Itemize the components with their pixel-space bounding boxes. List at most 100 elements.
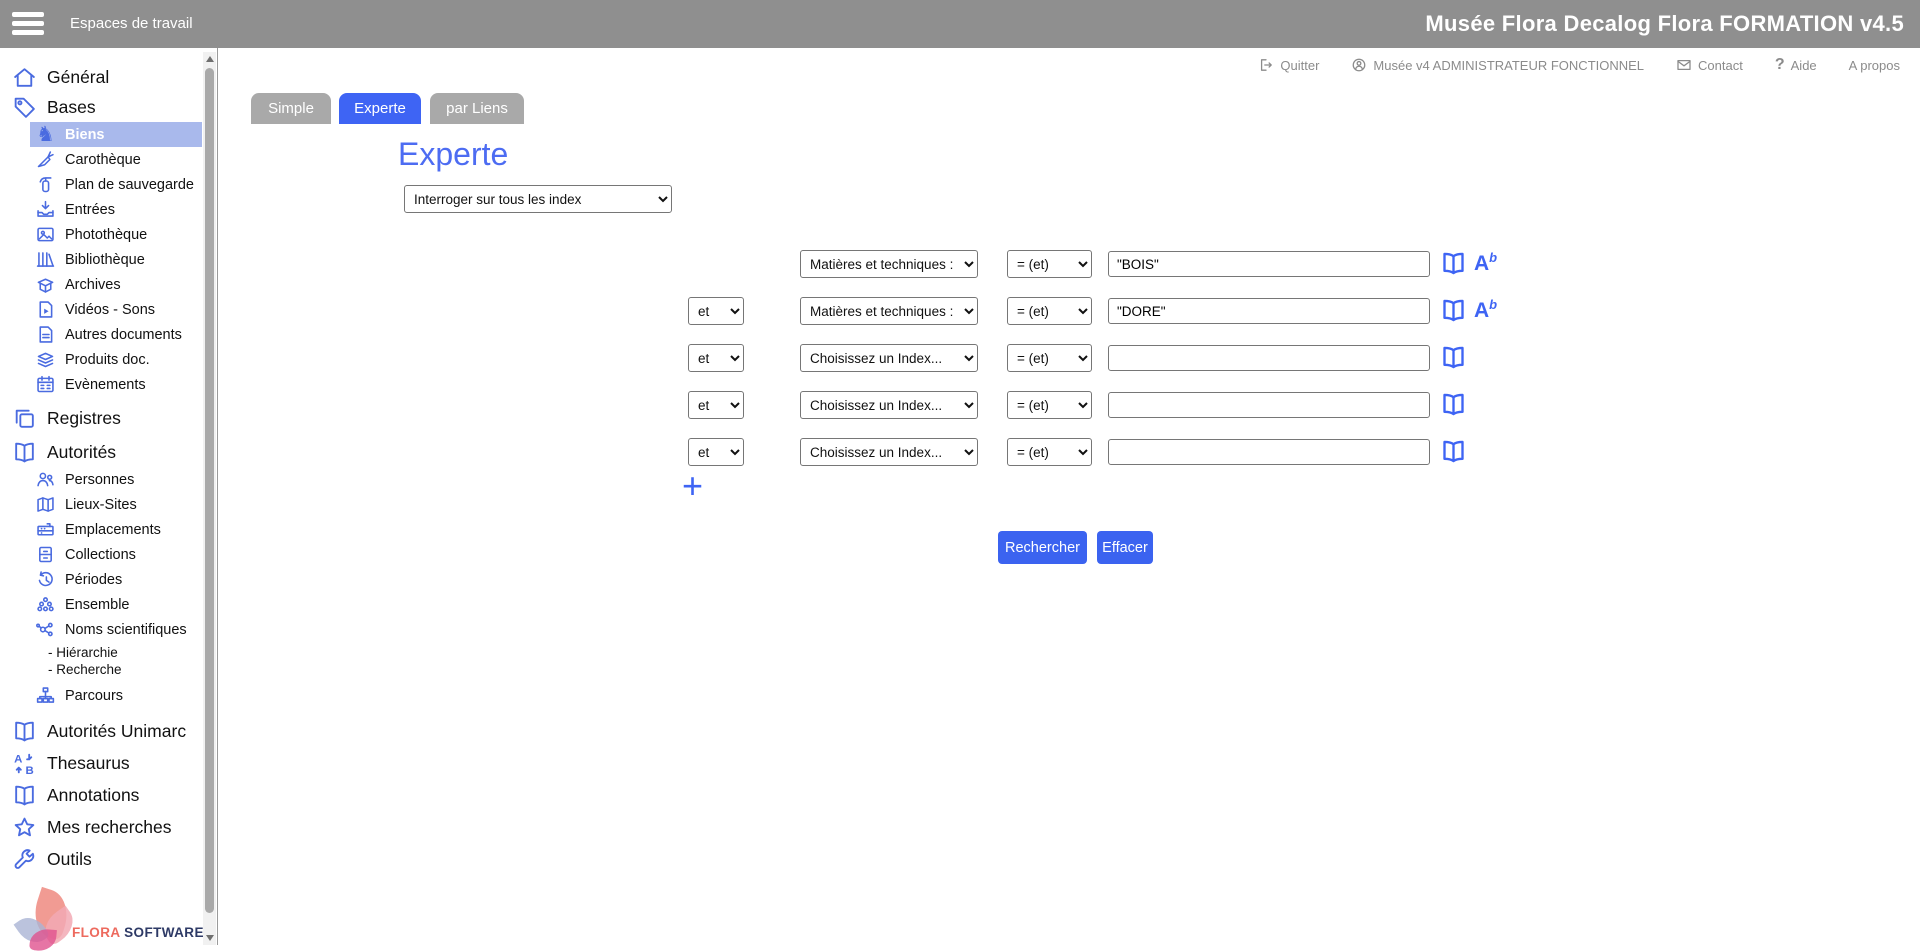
- sidebar-item-collections[interactable]: Collections: [30, 542, 203, 567]
- top-bar: Espaces de travail Musée Flora Decalog F…: [0, 0, 1920, 48]
- sidebar-item-autorites-unimarc[interactable]: Autorités Unimarc: [0, 716, 203, 746]
- query-row-1: Matières et techniques : = (et) Ab: [688, 250, 1508, 278]
- operator-select[interactable]: = (et): [1007, 391, 1092, 419]
- sidebar-item-evenements[interactable]: Evènements: [30, 372, 203, 397]
- index-select[interactable]: Choisissez un Index...: [800, 438, 978, 466]
- index-browse-icon[interactable]: [1440, 250, 1467, 277]
- sidebar-item-personnes[interactable]: Personnes: [30, 467, 203, 492]
- sidebar: Général Bases ♞ Biens Carothèque Plan de…: [0, 48, 218, 945]
- user-icon: [1351, 57, 1367, 73]
- user-account-link[interactable]: Musée v4 ADMINISTRATEUR FONCTIONNEL: [1351, 57, 1644, 73]
- index-select[interactable]: Choisissez un Index...: [800, 391, 978, 419]
- org-chart-icon: [35, 685, 56, 706]
- sidebar-item-bibliotheque[interactable]: Bibliothèque: [30, 247, 203, 272]
- envelope-icon: [1676, 57, 1692, 73]
- add-criteria-button[interactable]: +: [682, 468, 703, 504]
- sidebar-item-recherche[interactable]: - Recherche: [48, 661, 203, 678]
- query-value-input[interactable]: [1108, 251, 1430, 277]
- query-value-input[interactable]: [1108, 439, 1430, 465]
- index-select[interactable]: Matières et techniques :: [800, 250, 978, 278]
- index-browse-icon[interactable]: [1440, 297, 1467, 324]
- index-browse-icon[interactable]: [1440, 391, 1467, 418]
- app-title: Musée Flora Decalog Flora FORMATION v4.5: [1425, 11, 1904, 37]
- sidebar-item-ensemble[interactable]: Ensemble: [30, 592, 203, 617]
- sidebar-item-periodes[interactable]: Périodes: [30, 567, 203, 592]
- sidebar-item-parcours[interactable]: Parcours: [30, 683, 203, 708]
- history-clock-icon: [35, 569, 56, 590]
- query-row-5: et Choisissez un Index... = (et): [688, 438, 1508, 466]
- alphabetical-browse-icon[interactable]: Ab: [1474, 298, 1497, 322]
- inbox-download-icon: [35, 199, 56, 220]
- index-browse-icon[interactable]: [1440, 438, 1467, 465]
- quitter-link[interactable]: Quitter: [1258, 57, 1319, 73]
- people-icon: [35, 469, 56, 490]
- operator-select[interactable]: = (et): [1007, 438, 1092, 466]
- sidebar-item-biens[interactable]: ♞ Biens: [30, 122, 202, 147]
- workspace-label: Espaces de travail: [70, 15, 193, 32]
- scroll-down-arrow-icon[interactable]: [203, 931, 216, 945]
- thesaurus-ab-icon: AB: [12, 751, 37, 776]
- sidebar-item-archives[interactable]: Archives: [30, 272, 203, 297]
- tab-experte[interactable]: Experte: [339, 93, 421, 124]
- logo-text-flora: FLORA: [72, 925, 120, 940]
- scrollbar-thumb[interactable]: [205, 68, 214, 913]
- operator-select[interactable]: = (et): [1007, 344, 1092, 372]
- sidebar-item-plan-de-sauvegarde[interactable]: Plan de sauvegarde: [30, 172, 203, 197]
- query-value-input[interactable]: [1108, 392, 1430, 418]
- sidebar-item-produits-doc[interactable]: Produits doc.: [30, 347, 203, 372]
- tab-simple[interactable]: Simple: [251, 93, 331, 124]
- operator-select[interactable]: = (et): [1007, 297, 1092, 325]
- sidebar-item-mes-recherches[interactable]: Mes recherches: [0, 812, 203, 842]
- connector-select[interactable]: et: [688, 438, 744, 466]
- sidebar-scrollbar[interactable]: [203, 52, 216, 945]
- a-propos-link[interactable]: A propos: [1849, 58, 1900, 73]
- contact-link[interactable]: Contact: [1676, 57, 1743, 73]
- rechercher-button[interactable]: Rechercher: [998, 531, 1087, 564]
- effacer-button[interactable]: Effacer: [1097, 531, 1153, 564]
- open-book-icon: [12, 783, 37, 808]
- question-mark-icon: ?: [1775, 56, 1785, 74]
- query-row-4: et Choisissez un Index... = (et): [688, 391, 1508, 419]
- books-icon: [35, 249, 56, 270]
- registers-icon: [12, 406, 37, 431]
- sidebar-item-videos-sons[interactable]: Vidéos - Sons: [30, 297, 203, 322]
- sidebar-item-annotations[interactable]: Annotations: [0, 780, 203, 810]
- sidebar-item-noms-scientifiques[interactable]: Noms scientifiques: [30, 617, 203, 642]
- sidebar-item-phototheque[interactable]: Photothèque: [30, 222, 203, 247]
- query-value-input[interactable]: [1108, 345, 1430, 371]
- sidebar-item-thesaurus[interactable]: AB Thesaurus: [0, 748, 203, 778]
- storage-rack-icon: [35, 519, 56, 540]
- index-browse-icon[interactable]: [1440, 344, 1467, 371]
- sidebar-item-autres-documents[interactable]: Autres documents: [30, 322, 203, 347]
- paper-stack-icon: [35, 349, 56, 370]
- connector-select[interactable]: et: [688, 297, 744, 325]
- connector-select[interactable]: et: [688, 344, 744, 372]
- sidebar-item-autorites[interactable]: Autorités: [0, 437, 203, 467]
- sidebar-item-general[interactable]: Général: [0, 62, 203, 92]
- alphabetical-browse-icon[interactable]: Ab: [1474, 251, 1497, 275]
- index-select[interactable]: Choisissez un Index...: [800, 344, 978, 372]
- query-value-input[interactable]: [1108, 298, 1430, 324]
- menu-hamburger-icon[interactable]: [12, 12, 44, 36]
- index-select[interactable]: Matières et techniques :: [800, 297, 978, 325]
- tab-par-liens[interactable]: par Liens: [430, 93, 524, 124]
- sidebar-item-hierarchie[interactable]: - Hiérarchie: [48, 644, 203, 661]
- connector-select[interactable]: et: [688, 391, 744, 419]
- sidebar-item-entrees[interactable]: Entrées: [30, 197, 203, 222]
- sidebar-item-lieux-sites[interactable]: Lieux-Sites: [30, 492, 203, 517]
- cabinet-icon: [35, 544, 56, 565]
- aide-link[interactable]: ? Aide: [1775, 56, 1817, 74]
- operator-select[interactable]: = (et): [1007, 250, 1092, 278]
- sidebar-item-bases[interactable]: Bases: [0, 92, 203, 122]
- utility-link-bar: Quitter Musée v4 ADMINISTRATEUR FONCTION…: [218, 48, 1920, 82]
- sidebar-item-emplacements[interactable]: Emplacements: [30, 517, 203, 542]
- sidebar-item-outils[interactable]: Outils: [0, 844, 203, 874]
- chess-knight-icon: ♞: [35, 124, 56, 145]
- svg-text:A: A: [14, 753, 22, 765]
- index-scope-select[interactable]: Interroger sur tous les index: [404, 185, 672, 213]
- exit-icon: [1258, 57, 1274, 73]
- sidebar-item-carotheque[interactable]: Carothèque: [30, 147, 203, 172]
- cluster-icon: [35, 594, 56, 615]
- sidebar-item-registres[interactable]: Registres: [0, 403, 203, 433]
- scroll-up-arrow-icon[interactable]: [203, 52, 216, 66]
